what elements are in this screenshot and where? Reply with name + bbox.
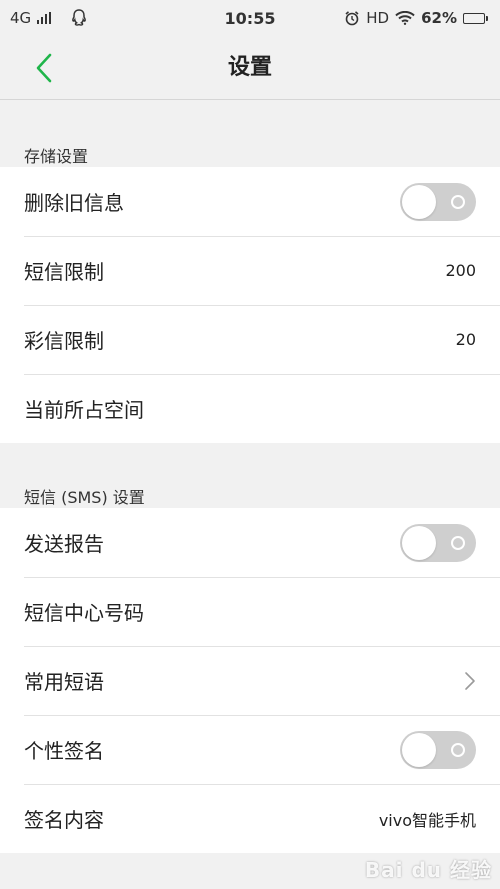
- network-type: 4G: [10, 9, 32, 27]
- sms-limit-value: 200: [445, 261, 476, 280]
- toggle-off-icon: [451, 535, 465, 550]
- toggle-knob: [402, 732, 436, 767]
- battery-icon: [463, 12, 488, 24]
- row-label: 发送报告: [24, 532, 104, 556]
- setting-mms-limit[interactable]: 彩信限制 20: [0, 305, 500, 374]
- delete-old-messages-toggle[interactable]: [400, 182, 476, 221]
- storage-settings-group: 删除旧信息 短信限制 200 彩信限制 20 当前所占空间: [0, 167, 500, 443]
- row-label: 签名内容: [24, 808, 104, 832]
- row-label: 删除旧信息: [24, 191, 124, 215]
- alarm-icon: [344, 10, 360, 26]
- status-bar: 4G 10:55 HD 62%: [0, 0, 500, 36]
- setting-delivery-report[interactable]: 发送报告: [0, 508, 500, 577]
- hd-indicator: HD: [366, 9, 390, 27]
- section-header-sms: 短信 (SMS) 设置: [24, 488, 145, 507]
- toggle-off-icon: [451, 194, 465, 209]
- watermark-logo: Bai du 经验: [364, 858, 492, 882]
- row-label: 常用短语: [24, 670, 104, 694]
- qq-icon: [71, 9, 87, 27]
- row-label: 当前所占空间: [24, 398, 144, 422]
- chevron-left-icon: [36, 53, 52, 83]
- sms-settings-group: 发送报告 短信中心号码 常用短语 个性签名 签名内容 vivo智能手机: [0, 508, 500, 853]
- toggle-knob: [402, 525, 436, 560]
- signature-content-value: vivo智能手机: [378, 810, 476, 830]
- wifi-icon: [395, 11, 415, 25]
- status-right: HD 62%: [344, 9, 488, 27]
- setting-sms-center-number[interactable]: 短信中心号码: [0, 577, 500, 646]
- back-button[interactable]: [26, 50, 62, 86]
- chevron-right-icon: [465, 671, 475, 690]
- setting-personal-signature[interactable]: 个性签名: [0, 715, 500, 784]
- toggle-knob: [402, 184, 436, 219]
- setting-current-storage[interactable]: 当前所占空间: [0, 374, 500, 443]
- setting-delete-old-messages[interactable]: 删除旧信息: [0, 167, 500, 236]
- signal-icon: [37, 12, 52, 24]
- page-title: 设置: [227, 55, 272, 80]
- battery-percent: 62%: [421, 9, 457, 27]
- title-bar: 设置: [0, 36, 500, 100]
- row-label: 短信限制: [24, 260, 104, 284]
- personal-signature-toggle[interactable]: [400, 730, 476, 769]
- status-left: 4G: [10, 9, 87, 27]
- delivery-report-toggle[interactable]: [400, 523, 476, 562]
- toggle-off-icon: [451, 742, 465, 757]
- row-label: 个性签名: [24, 739, 104, 763]
- row-label: 短信中心号码: [24, 601, 144, 625]
- section-header-storage: 存储设置: [24, 147, 89, 166]
- setting-common-phrases[interactable]: 常用短语: [0, 646, 500, 715]
- row-label: 彩信限制: [24, 329, 104, 353]
- setting-signature-content[interactable]: 签名内容 vivo智能手机: [0, 784, 500, 853]
- mms-limit-value: 20: [455, 330, 476, 349]
- setting-sms-limit[interactable]: 短信限制 200: [0, 236, 500, 305]
